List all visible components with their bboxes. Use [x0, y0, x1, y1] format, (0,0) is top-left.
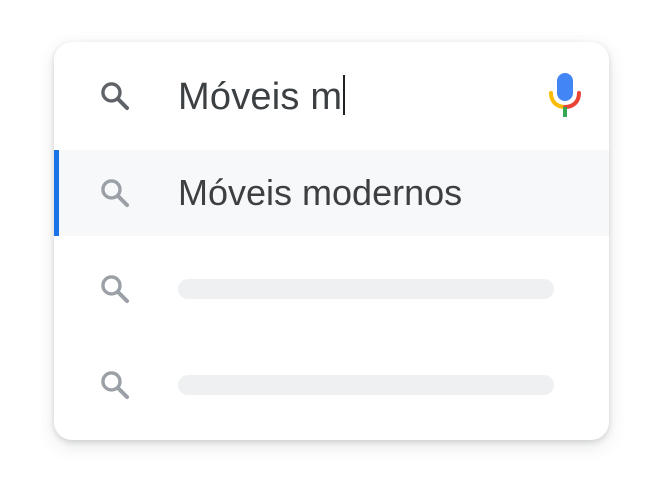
suggestion-placeholder-bar [178, 279, 554, 299]
text-caret [343, 75, 346, 115]
suggestion-placeholder-bar [178, 375, 554, 395]
search-input[interactable]: Móveis m [178, 72, 346, 122]
search-query-text: Móveis m [178, 76, 343, 118]
search-icon [101, 82, 130, 111]
search-icon [101, 179, 130, 208]
search-suggestions-card: Móveis m Móveis modernos [54, 42, 609, 440]
active-indicator [54, 150, 59, 236]
search-bar[interactable]: Móveis m [54, 42, 609, 150]
suggestion-item-placeholder[interactable] [54, 246, 609, 332]
stage: Móveis m Móveis modernos [0, 0, 662, 496]
microphone-icon[interactable] [548, 72, 582, 118]
search-icon [101, 275, 130, 304]
suggestion-label: Móveis modernos [178, 172, 463, 213]
suggestion-item-placeholder[interactable] [54, 342, 609, 428]
suggestion-item-active[interactable]: Móveis modernos [54, 150, 609, 236]
search-icon [101, 371, 130, 400]
